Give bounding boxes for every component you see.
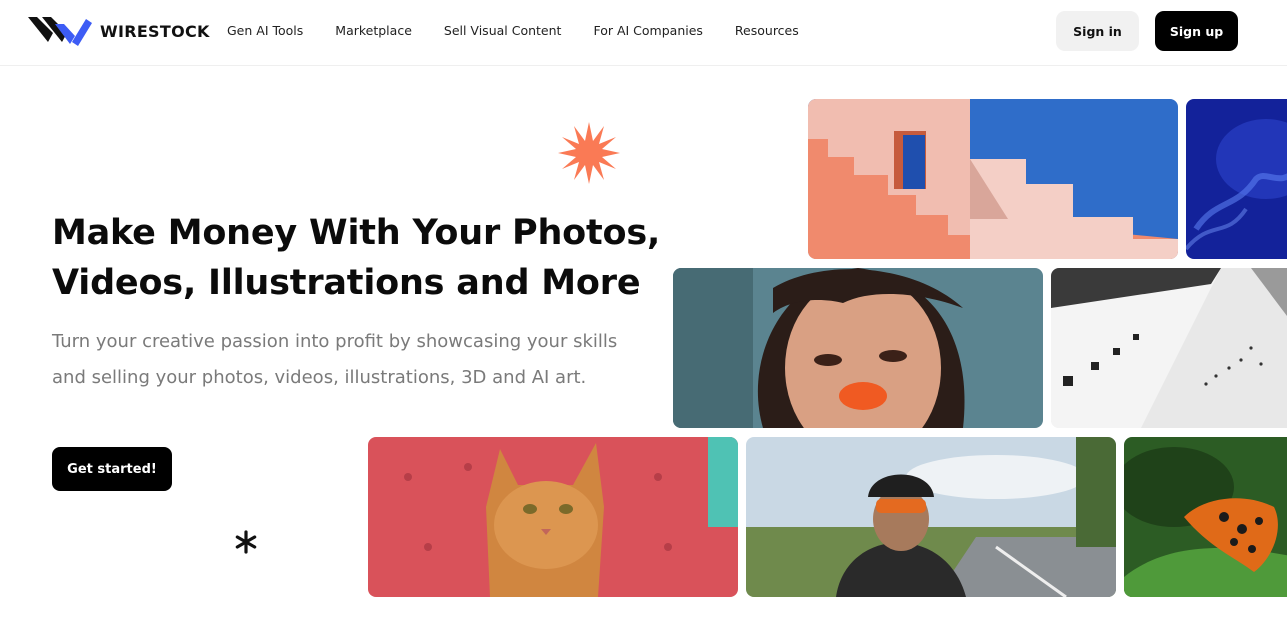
woman-portrait-orange-lips-photo[interactable] (673, 268, 1043, 428)
pink-stairs-architecture-photo[interactable] (808, 99, 1178, 259)
nav-link-sell-visual-content[interactable]: Sell Visual Content (444, 23, 562, 38)
hero-subtitle: Turn your creative passion into profit b… (52, 331, 618, 388)
wirestock-logo-icon (28, 17, 92, 46)
bw-building-birds-photo[interactable] (1051, 268, 1287, 428)
nav-link-gen-ai-tools[interactable]: Gen AI Tools (227, 23, 303, 38)
get-started-button[interactable]: Get started! (52, 447, 172, 491)
nav-link-for-ai-companies[interactable]: For AI Companies (593, 23, 702, 38)
wirestock-logo[interactable]: WIRESTOCK (28, 14, 210, 48)
butterfly-on-leaf-photo[interactable] (1124, 437, 1287, 597)
asterisk-icon (235, 530, 257, 554)
orange-cat-red-sofa-photo[interactable] (368, 437, 738, 597)
main-nav: Gen AI Tools Marketplace Sell Visual Con… (227, 23, 831, 38)
hero-title-line-1: Make Money With Your Photos, (52, 213, 661, 253)
sign-in-button[interactable]: Sign in (1056, 11, 1139, 51)
brand-name: WIRESTOCK (100, 21, 210, 41)
top-navbar: WIRESTOCK Gen AI Tools Marketplace Sell … (0, 0, 1287, 66)
nav-link-marketplace[interactable]: Marketplace (335, 23, 412, 38)
hero-title-line-2: Videos, Illustrations and More (52, 263, 641, 303)
cyclist-helmet-road-photo[interactable] (746, 437, 1116, 597)
hero-title: Make Money With Your Photos, Videos, Ill… (52, 208, 661, 308)
nav-link-resources[interactable]: Resources (735, 23, 799, 38)
sign-up-button[interactable]: Sign up (1155, 11, 1238, 51)
blue-jellyfish-photo[interactable] (1186, 99, 1287, 259)
starburst-icon (558, 122, 620, 184)
